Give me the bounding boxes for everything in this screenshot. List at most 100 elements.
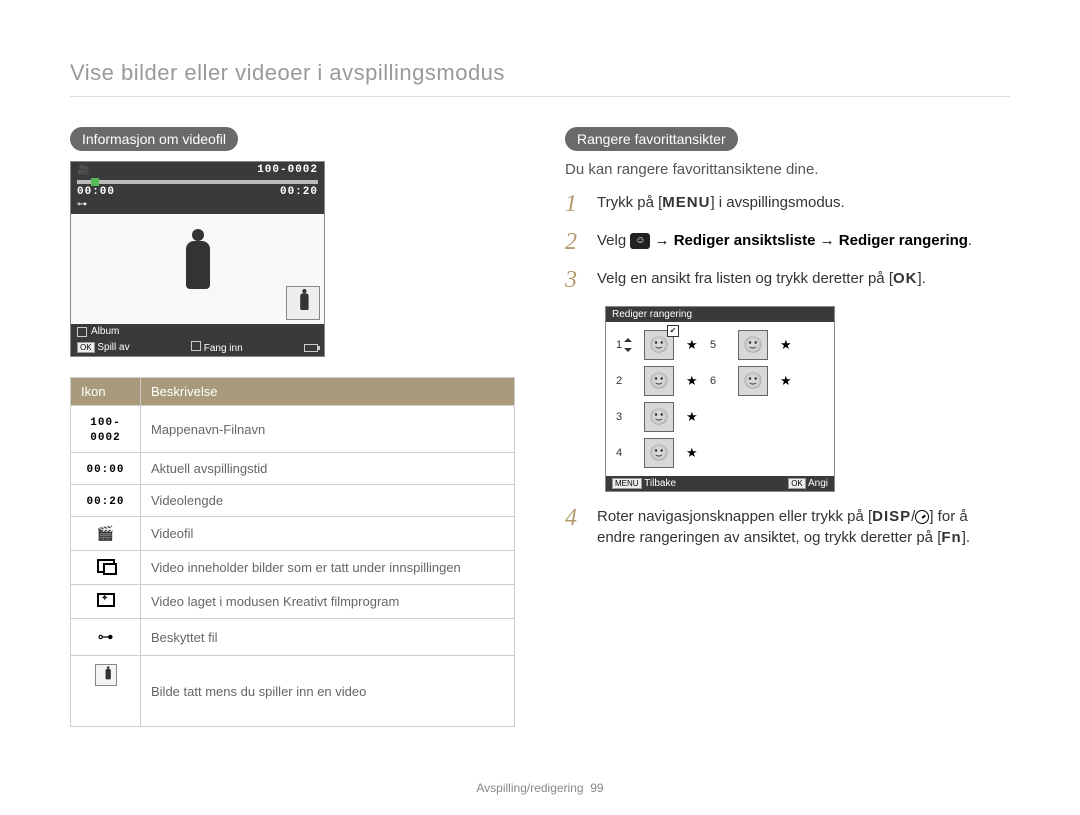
desc-cell: Beskyttet fil	[141, 619, 515, 656]
album-label: Album	[91, 326, 119, 337]
table-row: Videofil	[71, 517, 515, 551]
file-id: 100-0002	[257, 164, 318, 176]
desc-cell: Bilde tatt mens du spiller inn en video	[141, 656, 515, 727]
desc-cell: Mappenavn-Filnavn	[141, 406, 515, 453]
page-title: Vise bilder eller videoer i avspillingsm…	[70, 60, 1010, 97]
inset-thumbnail	[286, 286, 320, 320]
rank-number: 4	[616, 447, 636, 459]
star-icon	[780, 337, 796, 353]
rank-number: 6	[710, 375, 730, 387]
desc-cell: Aktuell avspillingstid	[141, 453, 515, 485]
step-4: 4 Roter navigasjonsknappen eller trykk p…	[565, 506, 1010, 548]
star-icon	[780, 373, 796, 389]
back-label: Tilbake	[644, 478, 676, 489]
step1-text-b: ] i avspillingsmodus.	[710, 194, 844, 211]
capture-label: Fang inn	[204, 343, 243, 354]
step-3: 3 Velg en ansikt fra listen og trykk der…	[565, 268, 1010, 292]
silhouette-icon	[178, 229, 218, 309]
ok-key: OK	[77, 342, 95, 353]
timer-icon	[915, 510, 929, 524]
face-thumbnail	[738, 366, 768, 396]
footer-page-number: 99	[590, 781, 603, 795]
menu-button-label: MENU	[662, 194, 710, 211]
ok-button-label: OK	[893, 270, 918, 287]
icon-cell	[71, 517, 141, 551]
face-thumbnail	[644, 330, 674, 360]
left-column: Informasjon om videofil 100-0002 00:00 0…	[70, 127, 515, 727]
face-rank-grid: 1 52634	[606, 322, 834, 476]
step3-text-a: Velg en ansikt fra listen og trykk deret…	[597, 270, 893, 287]
icon-cell	[71, 619, 141, 656]
step2-text-a: Velg	[597, 232, 630, 249]
step2-text-b: .	[968, 232, 972, 249]
time-current: 00:00	[77, 186, 115, 198]
desc-cell: Videolengde	[141, 485, 515, 517]
icon-description-table: Ikon Beskrivelse 100-0002Mappenavn-Filna…	[70, 377, 515, 727]
icon-cell	[71, 585, 141, 619]
content-columns: Informasjon om videofil 100-0002 00:00 0…	[70, 127, 1010, 727]
ok-key: OK	[788, 478, 806, 489]
battery-icon	[304, 344, 318, 352]
icon-cell	[71, 656, 141, 727]
step4-text-a: Roter navigasjonsknappen eller trykk på …	[597, 508, 872, 525]
face-ranking-screen: Rediger rangering 1 52634 MENU Tilbake O…	[605, 306, 835, 492]
table-row: 00:20Videolengde	[71, 485, 515, 517]
step4-text-c: ].	[962, 529, 970, 546]
face-thumbnail	[644, 366, 674, 396]
star-icon	[686, 445, 702, 461]
table-row: Beskyttet fil	[71, 619, 515, 656]
video-frame	[71, 214, 324, 324]
desc-cell: Videofil	[141, 517, 515, 551]
face-thumbnail	[738, 330, 768, 360]
left-heading: Informasjon om videofil	[70, 127, 238, 151]
icon-cell: 00:00	[71, 453, 141, 485]
right-column: Rangere favorittansikter Du kan rangere …	[565, 127, 1010, 727]
col-header-desc: Beskrivelse	[141, 378, 515, 406]
step-number: 4	[565, 506, 587, 548]
face-thumbnail	[644, 438, 674, 468]
step-number: 1	[565, 192, 587, 216]
star-icon	[686, 337, 702, 353]
step-1: 1 Trykk på [MENU] i avspillingsmodus.	[565, 192, 1010, 216]
page-footer: Avspilling/redigering 99	[0, 781, 1080, 795]
step-number: 2	[565, 230, 587, 254]
footer-section: Avspilling/redigering	[476, 781, 583, 795]
step-number: 3	[565, 268, 587, 292]
step1-text-a: Trykk på [	[597, 194, 662, 211]
face-list-icon: ☺	[630, 233, 650, 249]
col-header-icon: Ikon	[71, 378, 141, 406]
disp-button-label: DISP	[872, 508, 911, 525]
rank-number: 1	[616, 338, 636, 352]
rank-number: 3	[616, 411, 636, 423]
video-info-screen: 100-0002 00:00 00:20 Album OK	[70, 161, 325, 357]
table-row: 100-0002Mappenavn-Filnavn	[71, 406, 515, 453]
desc-cell: Video laget i modusen Kreativt filmprogr…	[141, 585, 515, 619]
screen-album-bar: Album	[71, 324, 324, 339]
step3-text-b: ].	[918, 270, 926, 287]
icon-cell: 00:20	[71, 485, 141, 517]
icon-cell	[71, 551, 141, 585]
table-row: Bilde tatt mens du spiller inn en video	[71, 656, 515, 727]
table-row: Video laget i modusen Kreativt filmprogr…	[71, 585, 515, 619]
nav-key-icon	[77, 327, 87, 337]
screen-bottom-bar: OK Spill av Fang inn	[71, 339, 324, 356]
face-screen-bottom: MENU Tilbake OK Angi	[606, 476, 834, 491]
progress-bar	[77, 180, 318, 184]
face-thumbnail	[644, 402, 674, 432]
set-label: Angi	[808, 478, 828, 489]
icon-cell: 100-0002	[71, 406, 141, 453]
star-icon	[686, 373, 702, 389]
time-total: 00:20	[280, 186, 318, 198]
step-2: 2 Velg ☺ → Rediger ansiktsliste → Redige…	[565, 230, 1010, 254]
step2-bold: → Rediger ansiktsliste → Rediger rangeri…	[650, 232, 968, 249]
face-screen-title: Rediger rangering	[606, 307, 834, 322]
star-icon	[686, 409, 702, 425]
screen-top-bar: 100-0002	[71, 162, 324, 178]
play-label: Spill av	[97, 342, 129, 353]
table-row: Video inneholder bilder som er tatt unde…	[71, 551, 515, 585]
table-row: 00:00Aktuell avspillingstid	[71, 453, 515, 485]
lock-icon	[71, 198, 324, 212]
down-key-icon	[191, 341, 201, 351]
camcorder-icon	[77, 165, 89, 176]
desc-cell: Video inneholder bilder som er tatt unde…	[141, 551, 515, 585]
